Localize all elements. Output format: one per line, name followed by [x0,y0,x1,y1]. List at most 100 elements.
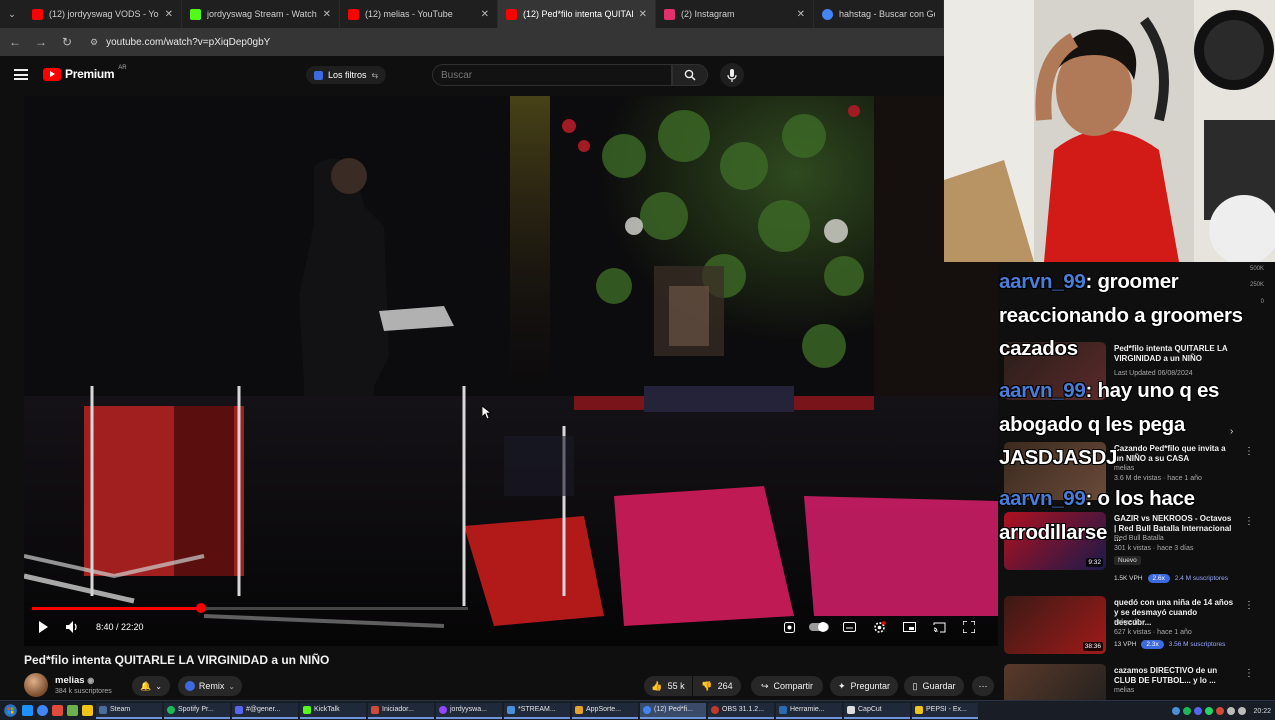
volume-button[interactable] [62,616,84,638]
more-actions-button[interactable]: ⋯ [972,676,994,696]
close-icon[interactable]: ✕ [639,9,647,20]
tray-icon[interactable] [1183,707,1192,715]
tab-title: (12) Ped*filo intenta QUITAR [523,9,633,19]
browser-tab[interactable]: (12) jordyyswag VODS - YouTub ✕ [24,0,182,28]
seek-bar-progress[interactable] [32,603,207,613]
taskbar-app[interactable]: Spotify Pr... [164,702,230,719]
video-thumbnail[interactable]: 9:32 [1004,512,1106,570]
extension-icon [314,70,323,80]
taskbar-app[interactable]: Herramie... [776,702,842,719]
more-vertical-icon[interactable]: ⋮ [1244,600,1254,611]
back-arrow-icon[interactable]: ← [8,35,22,49]
share-button[interactable]: ↪ Compartir [751,676,823,696]
site-info-icon[interactable]: ⚙ [90,37,98,48]
more-horizontal-icon: ⋯ [978,680,988,691]
related-video-title[interactable]: cazamos DIRECTIVO de un CLUB DE FUTBOL..… [1114,666,1234,686]
taskbar-app[interactable]: CapCut [844,702,910,719]
address-bar[interactable]: ⚙ youtube.com/watch?v=pXiqDep0gbY [90,37,270,48]
browser-tab-active[interactable]: (12) Ped*filo intenta QUITAR ✕ [498,0,656,28]
browser-tab[interactable]: jordyyswag Stream - Watch Live ✕ [182,0,340,28]
taskbar-app[interactable]: PEPSI - Ex... [912,702,978,719]
subtitles-icon [842,622,856,632]
more-vertical-icon[interactable]: ⋮ [1244,668,1254,679]
browser-tab[interactable]: hahstag - Buscar con Google [814,0,944,28]
forward-arrow-icon[interactable]: → [34,35,48,49]
browser-tab[interactable]: (2) Instagram ✕ [656,0,814,28]
taskbar-app[interactable]: KickTalk [300,702,366,719]
avatar[interactable] [24,673,48,697]
ask-button[interactable]: ✦ Preguntar [830,676,898,696]
fullscreen-button[interactable] [958,616,980,638]
miniplayer-button[interactable] [898,616,920,638]
video-thumbnail[interactable] [1004,442,1106,500]
related-video-item[interactable]: Ped*filo intenta QUITARLE LA VIRGINIDAD … [1004,342,1266,437]
video-player[interactable]: 8:40 / 22:20 [24,96,998,646]
close-icon[interactable]: ✕ [797,9,805,20]
taskbar-app[interactable]: jordyyswa... [436,702,502,719]
seek-bar[interactable] [32,603,468,613]
save-button[interactable]: ▯ Guardar [904,676,964,696]
related-video-title[interactable]: Cazando Ped*filo que invita a un NIÑO a … [1114,444,1234,464]
related-video-item[interactable]: 38:36 quedó con una niña de 14 años y se… [1004,596,1266,666]
search-button[interactable] [672,64,708,86]
clock[interactable]: 20:22 [1253,708,1271,715]
channel-name[interactable]: melias ◉ [55,675,94,686]
close-icon[interactable]: ✕ [323,9,331,20]
vph-badge: 13 VPH [1114,641,1137,648]
settings-button[interactable] [868,616,890,638]
whatsapp-icon[interactable] [1205,707,1214,715]
tray-icon[interactable] [1216,707,1225,715]
like-button[interactable]: 👍 55 k [644,676,692,696]
reload-icon[interactable]: ↻ [60,35,74,49]
video-thumbnail[interactable] [1004,342,1106,400]
folder-icon[interactable] [82,705,93,716]
network-icon[interactable] [1238,707,1247,715]
tray-icon[interactable] [1194,707,1203,715]
app-icon[interactable] [52,705,63,716]
url-text[interactable]: youtube.com/watch?v=pXiqDep0gbY [106,37,270,48]
thumbs-down-icon: 👎 [701,680,713,691]
tray-icon[interactable] [1172,707,1181,715]
video-thumbnail[interactable]: 38:36 [1004,596,1106,654]
related-video-item[interactable]: 9:32 GAZIR vs NEKROOS - Octavos | Red Bu… [1004,512,1266,583]
taskbar-app[interactable]: Iniciador... [368,702,434,719]
volume-icon[interactable] [1227,707,1236,715]
tab-search-button[interactable]: ⌄ [0,0,24,28]
edge-icon[interactable] [22,705,33,716]
app-icon[interactable] [67,705,78,716]
notifications-button[interactable]: 🔔 ⌄ [132,676,170,696]
taskbar-app[interactable]: OBS 31.1.2... [708,702,774,719]
volume-icon [66,621,77,633]
cast-button[interactable] [928,616,950,638]
dislike-button[interactable]: 👎 264 [693,676,741,696]
taskbar-app[interactable]: *STREAM... [504,702,570,719]
more-vertical-icon[interactable]: ⋮ [1244,516,1254,527]
channel-actions-row: melias ◉ 384 k suscriptores 🔔 ⌄ Remix ⌄ 👍 5… [24,673,998,699]
autoplay-toggle[interactable] [808,616,830,638]
taskbar-app-active[interactable]: (12) Ped*fi... [640,702,706,719]
more-vertical-icon[interactable]: ⋮ [1244,446,1254,457]
menu-icon[interactable] [14,69,28,80]
chevron-right-icon[interactable]: › [1230,426,1233,437]
channel-name-text: melias [55,675,85,686]
taskbar-app[interactable]: #@gener... [232,702,298,719]
start-button[interactable] [0,701,20,720]
related-video-title[interactable]: Ped*filo intenta QUITARLE LA VIRGINIDAD … [1114,344,1234,364]
voice-search-button[interactable] [720,63,744,87]
remix-button[interactable]: Remix ⌄ [178,676,242,696]
taskbar-app[interactable]: AppSorte... [572,702,638,719]
related-video-item[interactable]: cazamos DIRECTIVO de un CLUB DE FUTBOL..… [1004,664,1266,700]
filters-extension-button[interactable] [778,616,800,638]
chrome-icon[interactable] [37,705,48,716]
taskbar-app[interactable]: Steam [96,702,162,719]
filters-extension-button[interactable]: Los filtros ⇆ [306,66,387,84]
video-thumbnail[interactable] [1004,664,1106,700]
youtube-logo[interactable]: Premium AR [43,65,127,81]
browser-tab[interactable]: (12) melias - YouTube ✕ [340,0,498,28]
play-button[interactable] [32,616,54,638]
close-icon[interactable]: ✕ [481,9,489,20]
subtitles-button[interactable] [838,616,860,638]
search-input[interactable]: Buscar [432,64,672,86]
related-video-item[interactable]: Cazando Ped*filo que invita a un NIÑO a … [1004,442,1266,512]
close-icon[interactable]: ✕ [165,9,173,20]
